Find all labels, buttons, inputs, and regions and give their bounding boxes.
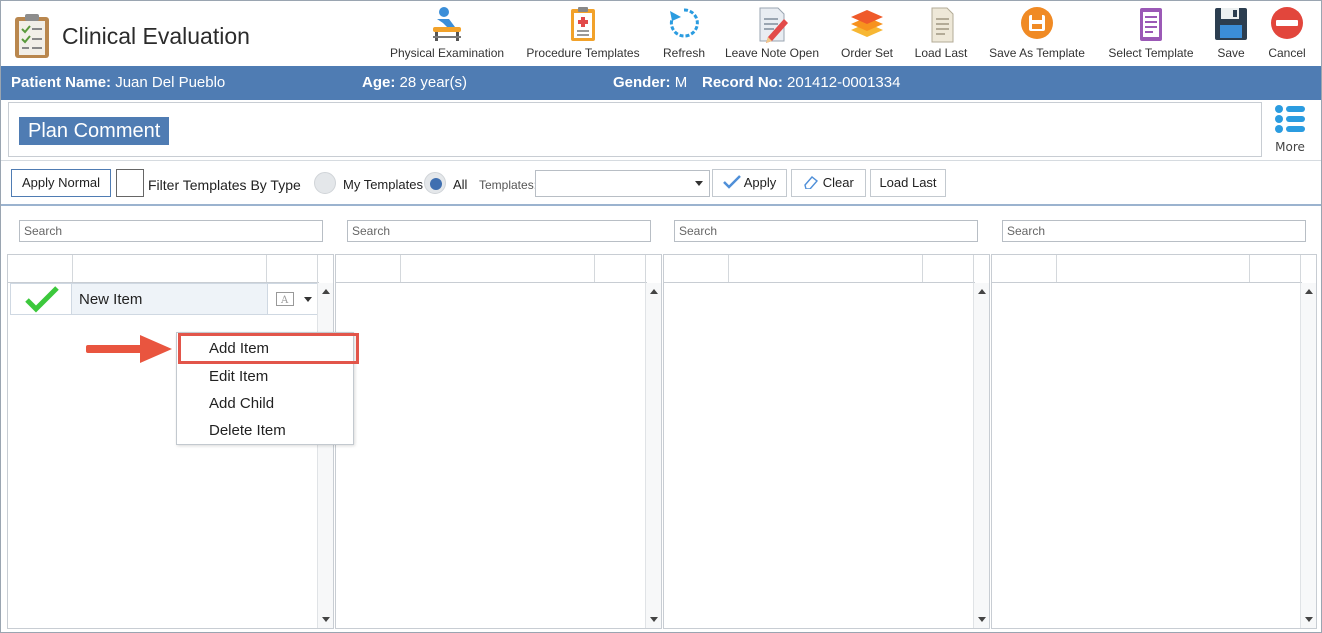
save-as-template-button[interactable]: Save As Template: [987, 5, 1087, 63]
column-2-grid: [335, 254, 662, 629]
more-button[interactable]: More: [1270, 104, 1310, 154]
save-button[interactable]: Save: [1213, 5, 1249, 63]
vertical-scrollbar[interactable]: [1300, 283, 1316, 628]
menu-item-delete-item[interactable]: Delete Item: [209, 422, 286, 439]
cancel-icon: [1271, 7, 1303, 39]
svg-text:A: A: [280, 295, 289, 306]
app-header: Clinical Evaluation Physical Examination…: [1, 1, 1321, 65]
scroll-up-icon[interactable]: [978, 289, 986, 294]
template-list-icon: [1140, 8, 1162, 41]
templates-dropdown[interactable]: [535, 170, 710, 197]
column-3-grid: [663, 254, 990, 629]
scroll-down-icon[interactable]: [1305, 617, 1313, 622]
note-pencil-icon: [759, 7, 788, 43]
menu-item-add-item[interactable]: Add Item: [209, 340, 269, 357]
item-label: New Item: [79, 291, 143, 308]
load-last-toolbar-button[interactable]: Load Last: [913, 5, 969, 63]
scroll-up-icon[interactable]: [1305, 289, 1313, 294]
chevron-down-icon: [304, 297, 312, 302]
context-menu: Add Item Edit Item Add Child Delete Item: [176, 332, 359, 445]
patient-record-number: Record No: 201412-0001334: [702, 74, 901, 91]
patient-gender: Gender: M: [613, 74, 688, 91]
chevron-down-icon: [695, 181, 703, 186]
scroll-up-icon[interactable]: [650, 289, 658, 294]
templates-label: Templates:: [479, 178, 538, 192]
refresh-icon: [669, 8, 699, 38]
vertical-scrollbar[interactable]: [973, 283, 989, 628]
refresh-button[interactable]: Refresh: [661, 5, 707, 63]
column-4-search[interactable]: Search: [1002, 220, 1306, 242]
load-last-button[interactable]: Load Last: [870, 169, 946, 197]
column-2-search[interactable]: Search: [347, 220, 651, 242]
text-type-icon: A: [276, 292, 294, 306]
filter-by-type-label: Filter Templates By Type: [148, 177, 301, 193]
plan-comment-panel: Plan Comment: [8, 102, 1262, 157]
all-templates-label: All: [453, 177, 468, 192]
clipboard-icon: [571, 7, 595, 41]
procedure-templates-button[interactable]: Procedure Templates: [526, 5, 640, 63]
item-status-cell[interactable]: [11, 284, 72, 314]
scroll-up-icon[interactable]: [322, 289, 330, 294]
physical-examination-button[interactable]: Physical Examination: [390, 5, 504, 63]
leave-note-open-button[interactable]: Leave Note Open: [724, 5, 820, 63]
patient-info-bar: Patient Name: Juan Del Pueblo Age: 28 ye…: [1, 66, 1321, 100]
select-template-button[interactable]: Select Template: [1106, 5, 1196, 63]
list-item[interactable]: New Item A: [10, 283, 317, 315]
checkmark-icon: [722, 175, 741, 189]
my-templates-label: My Templates: [343, 177, 423, 192]
floppy-disk-icon: [1215, 8, 1247, 40]
vertical-scrollbar[interactable]: [645, 283, 661, 628]
physical-exam-icon: [433, 7, 461, 41]
column-4-grid: [991, 254, 1317, 629]
patient-name: Patient Name: Juan Del Pueblo: [11, 74, 226, 91]
list-icon: [1275, 105, 1305, 133]
my-templates-radio[interactable]: [314, 172, 336, 194]
item-type-dropdown[interactable]: A: [267, 284, 317, 314]
apply-button[interactable]: Apply: [712, 169, 787, 197]
checkmark-icon: [25, 286, 59, 313]
order-set-button[interactable]: Order Set: [838, 5, 896, 63]
cancel-button[interactable]: Cancel: [1266, 5, 1308, 63]
app-title: Clinical Evaluation: [62, 23, 250, 49]
scroll-down-icon[interactable]: [322, 617, 330, 622]
menu-item-add-child[interactable]: Add Child: [209, 395, 274, 412]
scroll-down-icon[interactable]: [978, 617, 986, 622]
apply-normal-button[interactable]: Apply Normal: [11, 169, 111, 197]
clear-button[interactable]: Clear: [791, 169, 866, 197]
layers-icon: [851, 10, 883, 37]
section-title: Plan Comment: [19, 117, 170, 145]
filter-by-type-checkbox[interactable]: [116, 169, 144, 197]
eraser-icon: [804, 176, 819, 190]
all-templates-radio[interactable]: [424, 172, 446, 194]
menu-item-edit-item[interactable]: Edit Item: [209, 368, 268, 385]
clipboard-logo-icon: [15, 14, 49, 58]
pointer-arrow-icon: [86, 335, 172, 363]
document-icon: [931, 7, 954, 43]
column-3-search[interactable]: Search: [674, 220, 978, 242]
column-1-search[interactable]: Search: [19, 220, 323, 242]
patient-age: Age: 28 year(s): [362, 74, 468, 91]
save-template-icon: [1021, 7, 1053, 39]
scroll-down-icon[interactable]: [650, 617, 658, 622]
